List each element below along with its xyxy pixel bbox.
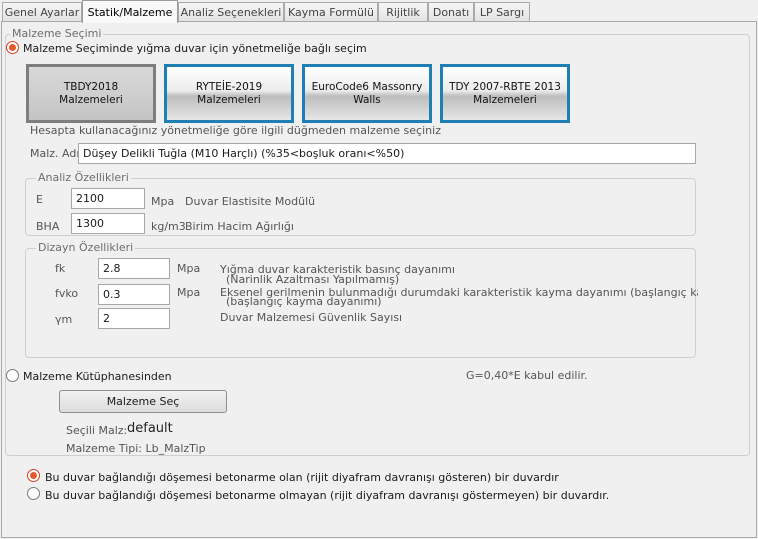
tbdy2018-button[interactable]: TBDY2018 Malzemeleri — [26, 64, 156, 123]
bha-label: BHA — [36, 220, 60, 233]
tbdy2018-button-label: TBDY2018 Malzemeleri — [59, 80, 123, 106]
tab-genel-ayarlar[interactable]: Genel Ayarlar — [2, 2, 82, 22]
regulation-radio-label: Malzeme Seçiminde yığma duvar için yönet… — [23, 42, 367, 55]
ryteie2019-button-label: RYTEİE-2019 Malzemeleri — [195, 80, 263, 106]
e-field[interactable]: 2100 — [71, 188, 145, 209]
tab-rijitlik[interactable]: Rijitlik — [378, 2, 428, 22]
fvko-label: fvko — [55, 287, 79, 300]
bha-unit: kg/m3 — [151, 220, 186, 233]
material-type-label: Malzeme Tipi: Lb_MalzTip — [66, 442, 206, 455]
analysis-group-label: Analiz Özellikleri — [36, 171, 131, 184]
selected-material-label: Seçili Malz: — [66, 424, 128, 437]
tab-analiz-secenekleri[interactable]: Analiz Seçenekleri — [178, 2, 284, 22]
ym-field[interactable]: 2 — [98, 308, 170, 329]
eurocode6-button[interactable]: EuroCode6 Massonry Walls — [302, 64, 432, 123]
tab-kayma-formulu[interactable]: Kayma Formülü — [284, 2, 378, 22]
fk-unit: Mpa — [177, 262, 201, 275]
rigid-floor-label: Bu duvar bağlandığı döşemesi betonarme o… — [45, 471, 559, 484]
e-unit: Mpa — [151, 195, 175, 208]
non-rigid-floor-label: Bu duvar bağlandığı döşemesi betonarme o… — [45, 489, 610, 502]
regulation-radio[interactable] — [6, 41, 19, 54]
ryteie2019-button[interactable]: RYTEİE-2019 Malzemeleri — [164, 64, 294, 123]
ym-label: γm — [55, 313, 73, 326]
fk-field[interactable]: 2.8 — [98, 258, 170, 279]
material-name-label: Malz. Adı — [30, 147, 80, 160]
tdy2007-button[interactable]: TDY 2007-RBTE 2013 Malzemeleri — [440, 64, 570, 123]
eurocode6-button-label: EuroCode6 Massonry Walls — [311, 80, 423, 106]
fvko-field[interactable]: 0.3 — [98, 284, 170, 305]
bha-field[interactable]: 1300 — [71, 213, 145, 234]
fk-desc-note: (Narinlik Azaltması Yapılmamış) — [226, 273, 400, 286]
g-note: G=0,40*E kabul edilir. — [466, 369, 588, 382]
tab-donati[interactable]: Donatı — [428, 2, 474, 22]
e-desc: Duvar Elastisite Modülü — [185, 195, 316, 208]
fvko-unit: Mpa — [177, 286, 201, 299]
bha-desc: Birim Hacim Ağırlığı — [185, 220, 294, 233]
library-radio-label: Malzeme Kütüphanesinden — [23, 370, 172, 383]
tdy2007-button-label: TDY 2007-RBTE 2013 Malzemeleri — [449, 80, 561, 106]
tab-lp-sargi[interactable]: LP Sargı — [474, 2, 530, 22]
e-label: E — [36, 193, 43, 206]
select-material-button[interactable]: Malzeme Seç — [59, 390, 227, 413]
regulation-hint: Hesapta kullanacağınız yönetmeliğe göre … — [30, 124, 441, 137]
selected-material-value: default — [127, 421, 173, 436]
fvko-desc-note: (başlangıç kayma dayanımı) — [226, 295, 382, 308]
rigid-floor-radio[interactable] — [27, 469, 40, 482]
library-radio[interactable] — [6, 369, 19, 382]
non-rigid-floor-radio[interactable] — [27, 487, 40, 500]
material-selection-group-label: Malzeme Seçimi — [10, 27, 104, 40]
fk-label: fk — [55, 262, 66, 275]
design-group-label: Dizayn Özellikleri — [36, 241, 136, 254]
ym-desc: Duvar Malzemesi Güvenlik Sayısı — [220, 311, 403, 324]
tab-statik-malzeme[interactable]: Statik/Malzeme — [82, 0, 178, 23]
tab-strip: Genel Ayarlar Statik/Malzeme Analiz Seçe… — [0, 0, 758, 23]
material-name-field[interactable]: Düşey Delikli Tuğla (M10 Harçlı) (%35<bo… — [78, 143, 696, 164]
